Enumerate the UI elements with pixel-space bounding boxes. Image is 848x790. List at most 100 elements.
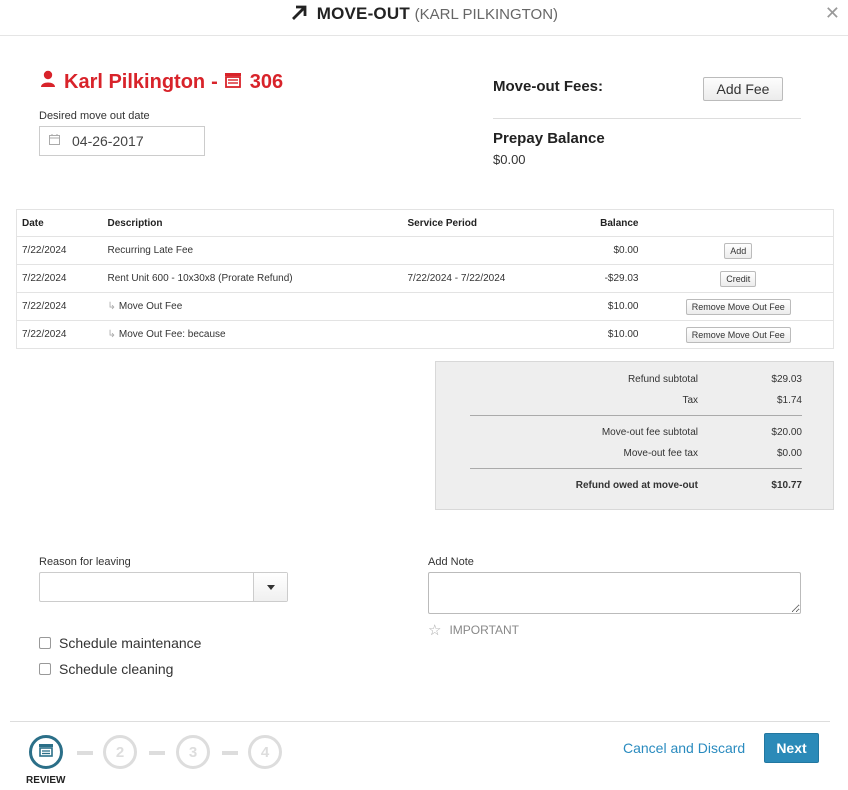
row-balance: $10.00 xyxy=(560,292,644,321)
summary-divider xyxy=(470,415,802,416)
chevron-down-icon xyxy=(266,584,275,590)
table-row: 7/22/2024 Rent Unit 600 - 10x30x8 (Prora… xyxy=(16,264,834,293)
important-label[interactable]: IMPORTANT xyxy=(449,623,519,637)
row-description: Move Out Fee: because xyxy=(118,329,226,340)
active-step-label: REVIEW xyxy=(26,775,66,786)
column-header-balance: Balance xyxy=(560,209,644,237)
move-out-date-input[interactable] xyxy=(72,133,182,149)
modal-title-main: MOVE-OUT xyxy=(316,4,410,23)
fee-subtotal-row: Move-out fee subtotal $20.00 xyxy=(470,427,802,438)
move-out-date-label: Desired move out date xyxy=(39,110,150,122)
refund-owed-label: Refund owed at move-out xyxy=(575,480,698,491)
row-description: Rent Unit 600 - 10x30x8 (Prorate Refund) xyxy=(102,264,403,293)
fee-tax-value: $0.00 xyxy=(776,448,802,459)
column-header-date: Date xyxy=(16,209,103,237)
add-button[interactable]: Add xyxy=(724,242,753,259)
dropdown-toggle[interactable] xyxy=(253,573,287,601)
footer-divider xyxy=(10,721,830,722)
move-out-date-field[interactable] xyxy=(39,126,205,156)
schedule-maintenance-label[interactable]: Schedule maintenance xyxy=(59,635,201,651)
move-out-fees-label: Move-out Fees: xyxy=(493,78,604,95)
next-button[interactable]: Next xyxy=(764,733,819,763)
tenant-heading: Karl Pilkington - 306 xyxy=(40,70,283,94)
column-header-actions xyxy=(643,209,834,237)
reason-for-leaving-select[interactable] xyxy=(39,572,288,602)
reason-for-leaving-label: Reason for leaving xyxy=(39,556,131,568)
refund-subtotal-row: Refund subtotal $29.03 xyxy=(470,374,802,385)
row-action-cell: Credit xyxy=(643,264,834,293)
schedule-cleaning-checkbox[interactable] xyxy=(39,663,51,675)
remove-move-out-fee-button[interactable]: Remove Move Out Fee xyxy=(685,298,791,315)
column-header-service-period: Service Period xyxy=(402,209,561,237)
table-row: 7/22/2024 ↳ Move Out Fee: because $10.00 … xyxy=(16,320,834,349)
modal-title-tenant: (KARL PILKINGTON) xyxy=(414,6,559,23)
important-toggle[interactable]: ☆ IMPORTANT xyxy=(428,621,519,639)
refund-subtotal-label: Refund subtotal xyxy=(627,374,698,385)
step-3[interactable]: 3 xyxy=(176,735,210,769)
sub-item-arrow-icon: ↳ xyxy=(107,301,116,312)
prepay-balance-value: $0.00 xyxy=(493,152,526,167)
row-description: Recurring Late Fee xyxy=(102,236,403,265)
tax-value: $1.74 xyxy=(776,395,802,406)
row-date: 7/22/2024 xyxy=(16,320,103,349)
refund-summary-panel: Refund subtotal $29.03 Tax $1.74 Move-ou… xyxy=(435,361,834,510)
add-fee-button[interactable]: Add Fee xyxy=(703,77,783,101)
remove-move-out-fee-button[interactable]: Remove Move Out Fee xyxy=(685,326,791,343)
step-review[interactable] xyxy=(29,735,63,769)
row-description-cell: ↳ Move Out Fee xyxy=(102,292,403,321)
step-connector xyxy=(149,751,165,755)
refund-owed-value: $10.77 xyxy=(771,480,802,491)
row-description-cell: ↳ Move Out Fee: because xyxy=(102,320,403,349)
schedule-cleaning-option[interactable]: Schedule cleaning xyxy=(39,661,173,677)
refund-owed-row: Refund owed at move-out $10.77 xyxy=(470,480,802,491)
cancel-and-discard-link[interactable]: Cancel and Discard xyxy=(623,740,745,756)
tenant-separator: - xyxy=(211,70,218,93)
column-header-description: Description xyxy=(102,209,403,237)
fee-subtotal-label: Move-out fee subtotal xyxy=(601,427,698,438)
row-date: 7/22/2024 xyxy=(16,264,103,293)
row-description: Move Out Fee xyxy=(118,301,183,312)
modal-title: MOVE-OUT (KARL PILKINGTON) xyxy=(0,4,848,27)
row-service-period xyxy=(402,320,561,349)
storage-unit-icon xyxy=(224,71,242,94)
tax-label: Tax xyxy=(682,395,698,406)
star-icon[interactable]: ☆ xyxy=(428,621,441,639)
table-row: 7/22/2024 ↳ Move Out Fee $10.00 Remove Mo… xyxy=(16,292,834,321)
row-action-cell: Remove Move Out Fee xyxy=(643,292,834,321)
row-service-period xyxy=(402,292,561,321)
add-note-label: Add Note xyxy=(428,556,474,568)
sub-item-arrow-icon: ↳ xyxy=(107,329,116,340)
row-balance: -$29.03 xyxy=(560,264,644,293)
schedule-maintenance-checkbox[interactable] xyxy=(39,637,51,649)
calendar-icon xyxy=(49,132,60,150)
refund-subtotal-value: $29.03 xyxy=(771,374,802,385)
note-textarea[interactable] xyxy=(428,572,801,614)
row-date: 7/22/2024 xyxy=(16,292,103,321)
close-icon[interactable]: ✕ xyxy=(825,3,840,24)
prepay-balance-label: Prepay Balance xyxy=(493,130,605,147)
row-balance: $0.00 xyxy=(560,236,644,265)
step-2[interactable]: 2 xyxy=(103,735,137,769)
arrow-up-right-icon xyxy=(290,4,308,27)
fee-tax-label: Move-out fee tax xyxy=(623,448,698,459)
row-service-period: 7/22/2024 - 7/22/2024 xyxy=(402,264,561,293)
schedule-maintenance-option[interactable]: Schedule maintenance xyxy=(39,635,201,651)
fee-tax-row: Move-out fee tax $0.00 xyxy=(470,448,802,459)
step-connector xyxy=(222,751,238,755)
row-action-cell: Remove Move Out Fee xyxy=(643,320,834,349)
row-date: 7/22/2024 xyxy=(16,236,103,265)
row-service-period xyxy=(402,236,561,265)
user-icon xyxy=(40,70,56,94)
ledger-table: Date Description Service Period Balance … xyxy=(16,209,834,349)
summary-divider xyxy=(470,468,802,469)
table-row: 7/22/2024 Recurring Late Fee $0.00 Add xyxy=(16,236,834,265)
credit-button[interactable]: Credit xyxy=(720,270,757,287)
row-balance: $10.00 xyxy=(560,320,644,349)
step-connector xyxy=(77,751,93,755)
schedule-cleaning-label[interactable]: Schedule cleaning xyxy=(59,661,173,677)
review-step-icon xyxy=(38,743,54,761)
ledger-header-row: Date Description Service Period Balance xyxy=(16,209,834,237)
tax-row: Tax $1.74 xyxy=(470,395,802,406)
unit-number: 306 xyxy=(249,70,284,93)
step-4[interactable]: 4 xyxy=(248,735,282,769)
